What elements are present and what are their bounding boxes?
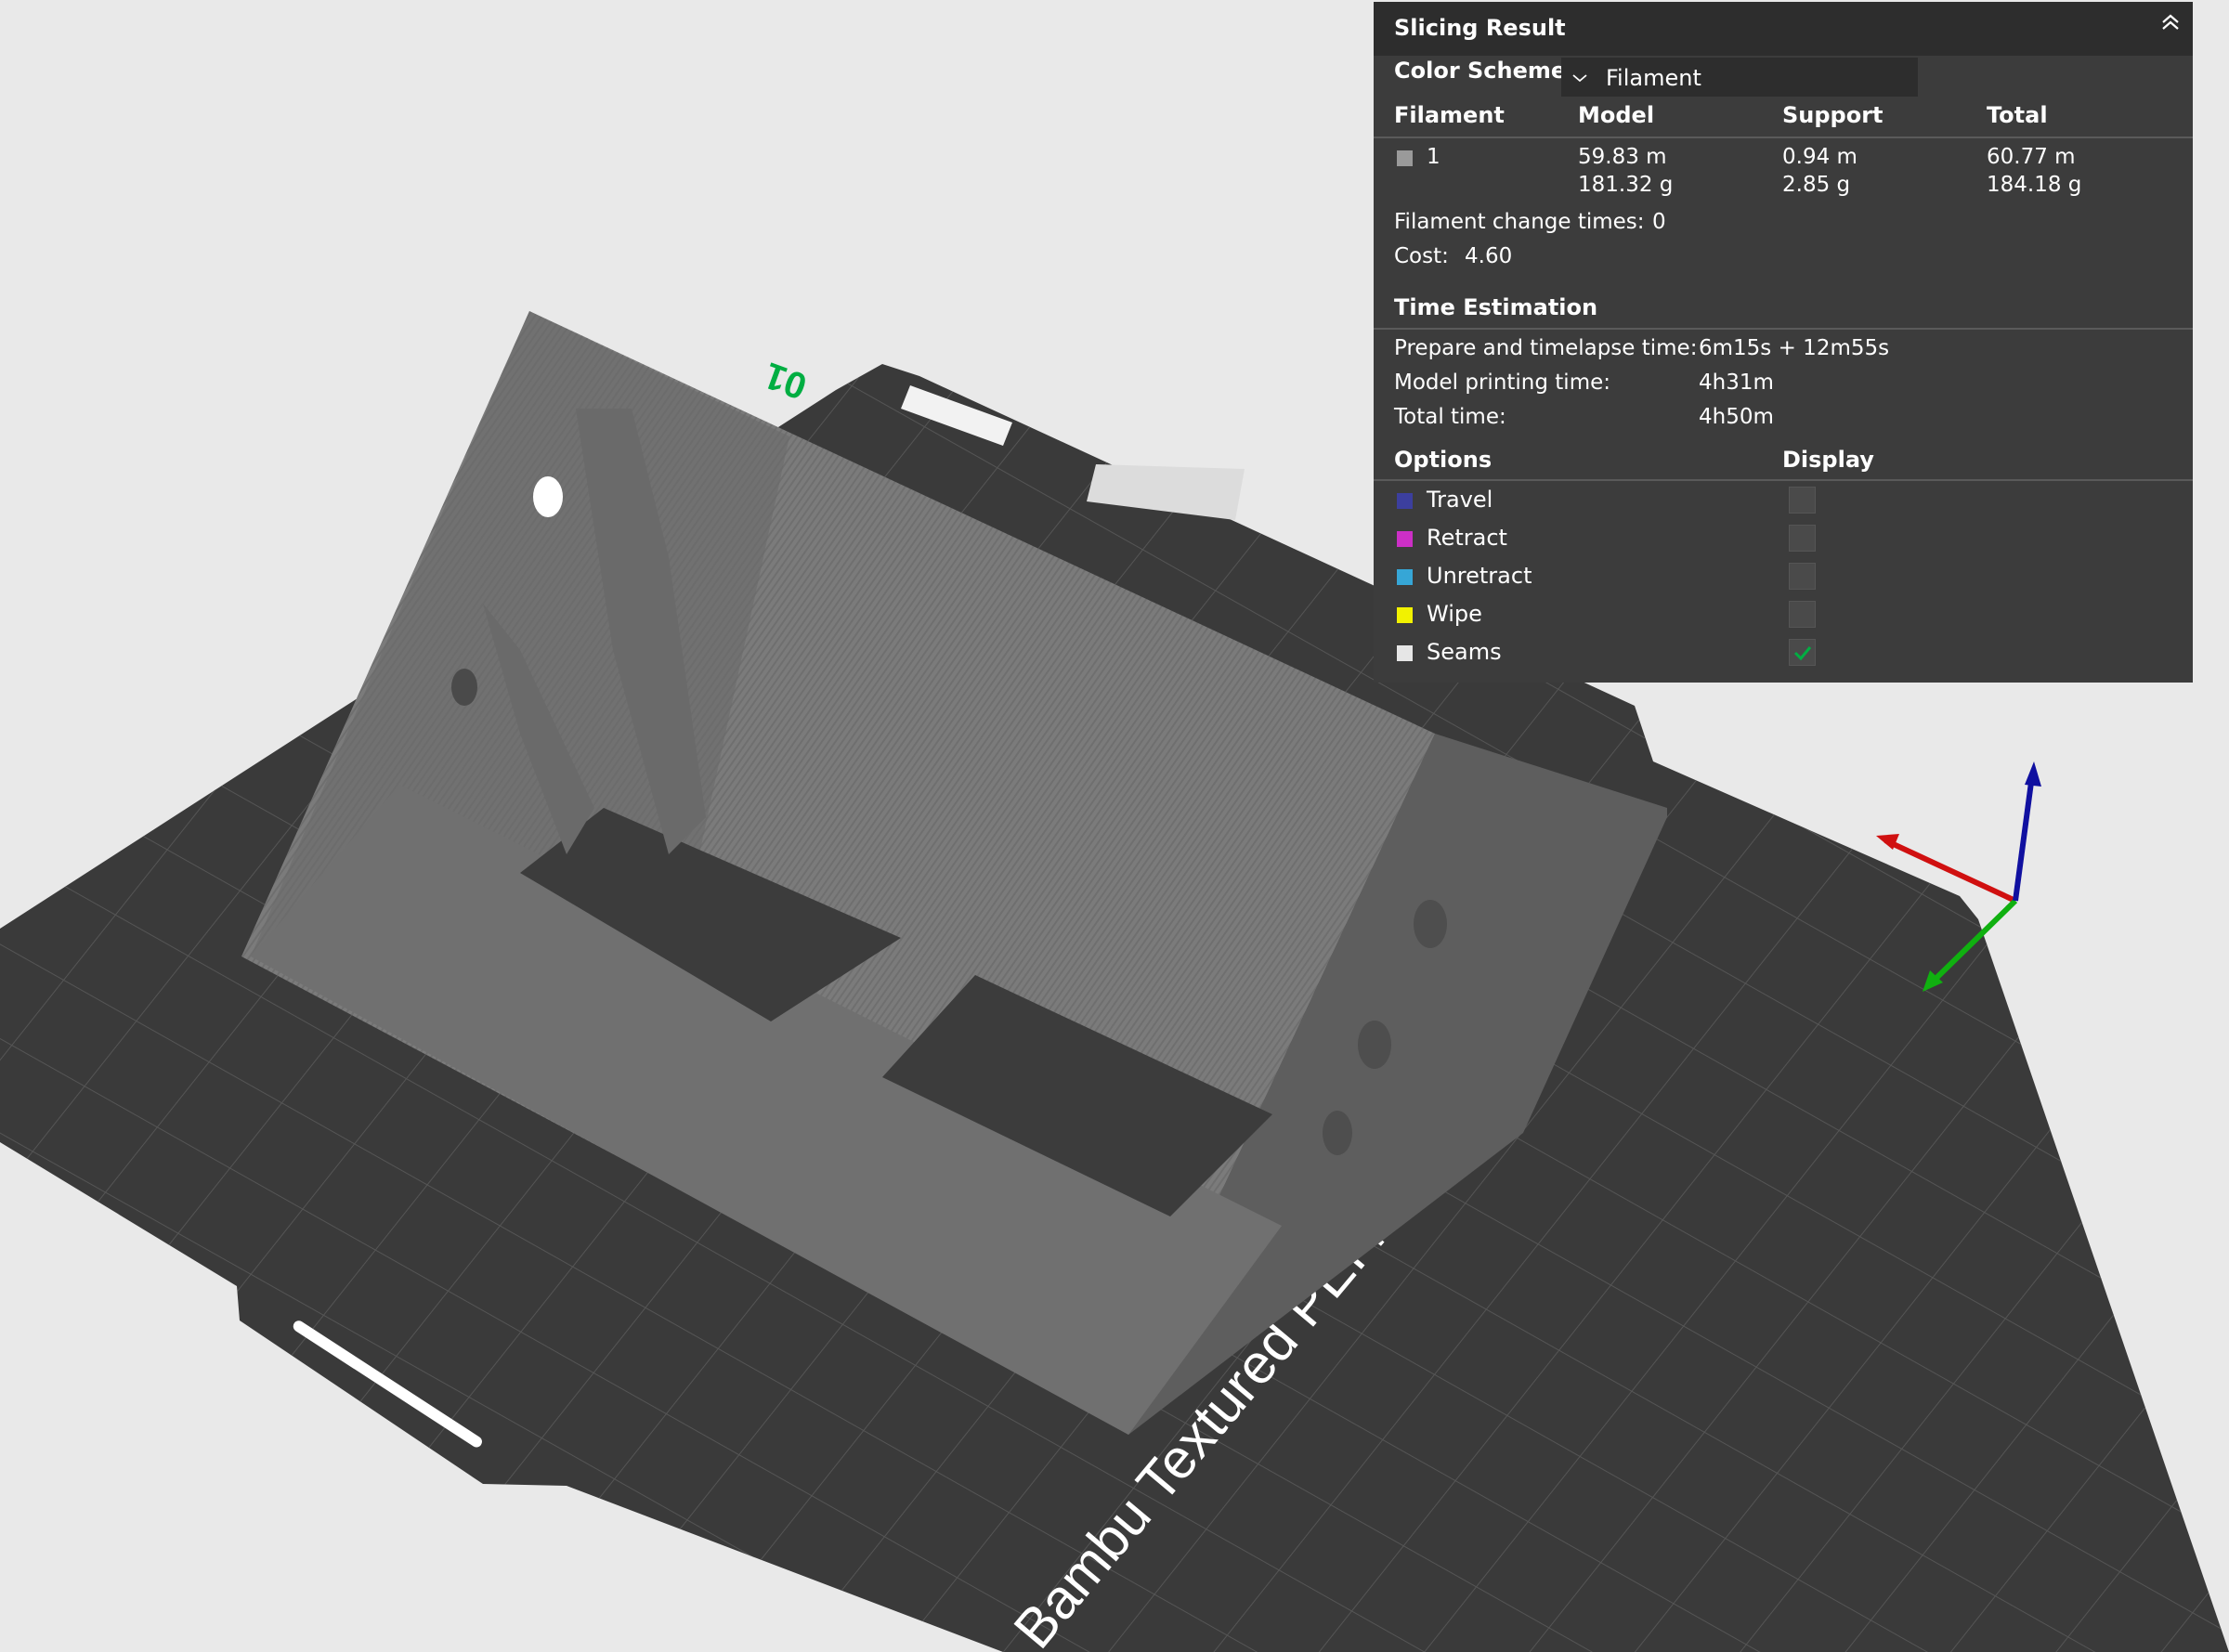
collapse-icon[interactable] [2156, 7, 2185, 37]
wipe-color-swatch [1397, 607, 1413, 623]
display-title: Display [1782, 447, 1874, 473]
cost-label: Cost: [1394, 244, 1449, 268]
filament-id: 1 [1427, 145, 1440, 169]
support-length: 0.94 m [1782, 145, 1858, 169]
total-weight: 184.18 g [1987, 173, 2082, 197]
check-icon [1793, 646, 1812, 661]
chevron-down-icon [1571, 69, 1589, 87]
filament-color-swatch [1397, 150, 1413, 166]
model-weight: 181.32 g [1578, 173, 1674, 197]
filament-change-label: Filament change times: [1394, 210, 1645, 234]
panel-title: Slicing Result [1394, 15, 1566, 41]
prepare-time-label: Prepare and timelapse time: [1394, 336, 1698, 360]
total-time-value: 4h50m [1699, 405, 1774, 429]
table-header-support: Support [1782, 102, 1884, 128]
travel-color-swatch [1397, 493, 1413, 509]
model-length: 59.83 m [1578, 145, 1667, 169]
divider [1374, 137, 2193, 138]
color-scheme-dropdown[interactable]: Filament [1561, 58, 1918, 97]
options-title: Options [1394, 447, 1493, 473]
wipe-display-checkbox[interactable] [1789, 601, 1816, 628]
model-printing-time-value: 4h31m [1699, 371, 1774, 395]
table-header-total: Total [1987, 102, 2048, 128]
option-seams-label: Seams [1427, 639, 1502, 665]
retract-color-swatch [1397, 531, 1413, 547]
total-time-label: Total time: [1394, 405, 1506, 429]
table-header-filament: Filament [1394, 102, 1505, 128]
option-retract-label: Retract [1427, 525, 1507, 551]
unretract-display-checkbox[interactable] [1789, 563, 1816, 590]
option-wipe-label: Wipe [1427, 601, 1482, 627]
cost-value: 4.60 [1465, 244, 1513, 268]
prepare-time-value: 6m15s + 12m55s [1699, 336, 1890, 360]
option-unretract-label: Unretract [1427, 563, 1532, 589]
model-printing-time-label: Model printing time: [1394, 371, 1610, 395]
total-length: 60.77 m [1987, 145, 2076, 169]
filament-change-value: 0 [1652, 210, 1666, 234]
seams-display-checkbox[interactable] [1789, 639, 1816, 666]
option-travel-label: Travel [1427, 487, 1493, 513]
color-scheme-label: Color Scheme [1394, 58, 1567, 84]
table-header-model: Model [1578, 102, 1655, 128]
travel-display-checkbox[interactable] [1789, 487, 1816, 514]
time-estimation-title: Time Estimation [1394, 294, 1598, 320]
divider [1374, 328, 2193, 330]
plate-number: 01 [759, 355, 812, 408]
panel-header: Slicing Result [1374, 2, 2193, 56]
divider [1374, 479, 2193, 481]
retract-display-checkbox[interactable] [1789, 525, 1816, 552]
seams-color-swatch [1397, 645, 1413, 661]
unretract-color-swatch [1397, 569, 1413, 585]
slicing-result-panel: Slicing Result Color Scheme Filament Fil… [1374, 2, 2193, 683]
support-weight: 2.85 g [1782, 173, 1851, 197]
color-scheme-value: Filament [1606, 65, 1701, 91]
